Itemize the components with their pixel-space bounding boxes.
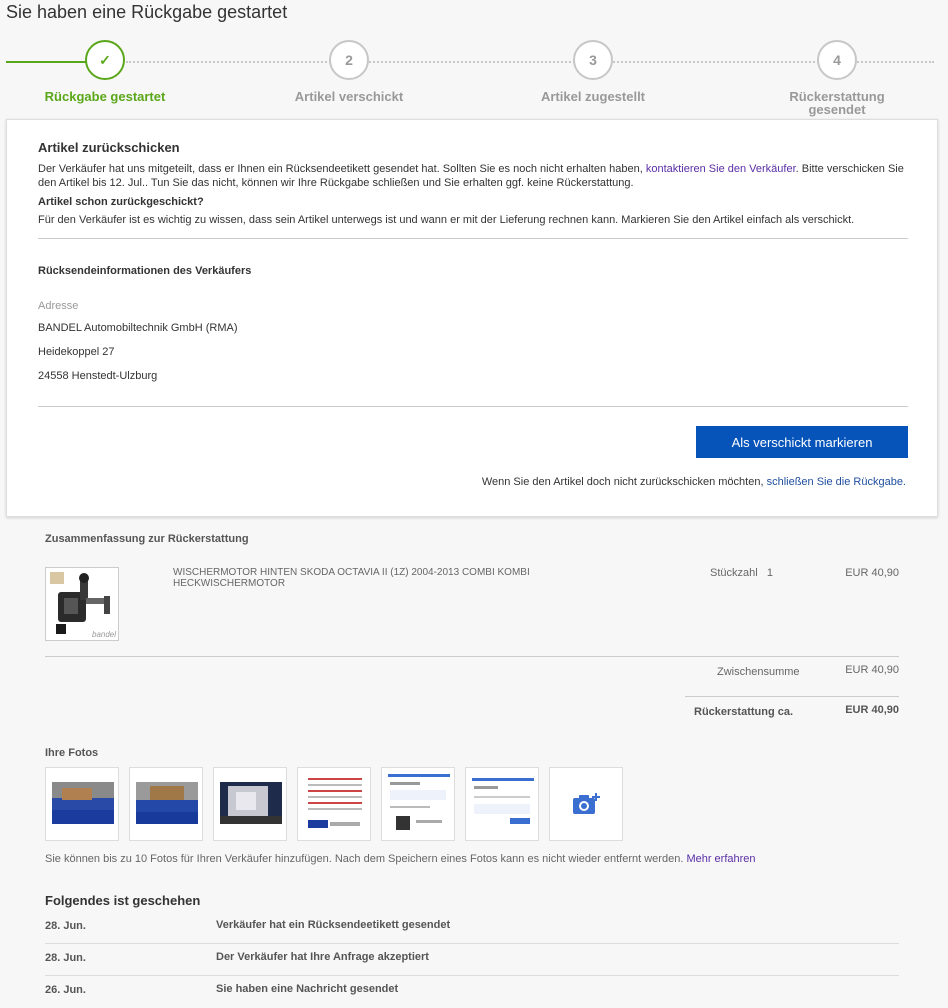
history-event: Sie haben eine Nachricht gesendet (216, 983, 399, 995)
history-event: Verkäufer hat ein Rücksendeetikett gesen… (216, 919, 451, 931)
svg-text:bandel: bandel (92, 630, 116, 639)
add-photo-button[interactable] (549, 767, 623, 841)
history-heading: Folgendes ist geschehen (45, 893, 201, 908)
photo-thumbnail[interactable] (213, 767, 287, 841)
card-intro: Der Verkäufer hat uns mitgeteilt, dass e… (38, 162, 908, 190)
photos-heading: Ihre Fotos (45, 747, 99, 759)
history-row: 28. Jun. Verkäufer hat ein Rücksendeetik… (45, 912, 899, 944)
close-return-link[interactable]: schließen Sie die Rückgabe. (767, 476, 906, 488)
photo-thumbnail[interactable] (45, 767, 119, 841)
progress-tracker: ✓ 2 3 4 Rückgabe gestartet Artikel versc… (0, 40, 948, 120)
photos-note: Sie können bis zu 10 Fotos für Ihren Ver… (45, 853, 756, 865)
step-4-label: Rückerstattung gesendet (789, 89, 885, 117)
mark-as-shipped-button[interactable]: Als verschickt markieren (696, 426, 908, 458)
refund-summary-heading: Zusammenfassung zur Rückerstattung (45, 533, 249, 545)
subtotal-value: EUR 40,90 (845, 664, 899, 676)
card-intro-text: Der Verkäufer hat uns mitgeteilt, dass e… (38, 163, 643, 175)
card-heading: Artikel zurückschicken (38, 140, 180, 155)
total-divider (685, 696, 899, 697)
progress-line-done (6, 61, 86, 63)
step-1-label: Rückgabe gestartet (44, 89, 166, 104)
subtotal-label: Zwischensumme (717, 666, 800, 678)
divider (38, 238, 908, 239)
divider (38, 406, 908, 407)
refund-total-label: Rückerstattung ca. (694, 706, 794, 718)
step-3-label: Artikel zugestellt (540, 89, 646, 104)
address-label: Adresse (38, 300, 79, 312)
item-quantity: Stückzahl 1 (710, 567, 773, 579)
photos-note-text: Sie können bis zu 10 Fotos für Ihren Ver… (45, 853, 684, 865)
step-2-circle: 2 (329, 40, 369, 80)
history-row: 26. Jun. Sie haben eine Nachricht gesend… (45, 976, 899, 1008)
summary-divider (45, 656, 899, 657)
seller-info-heading: Rücksendeinformationen des Verkäufers (38, 265, 252, 277)
close-return-note: Wenn Sie den Artikel doch nicht zurücksc… (482, 476, 906, 488)
step-4-circle: 4 (817, 40, 857, 80)
photo-thumbnail[interactable] (465, 767, 539, 841)
contact-seller-link[interactable]: kontaktieren Sie den Verkäufer (646, 163, 796, 175)
address-street: Heidekoppel 27 (38, 346, 115, 358)
photo-thumbnail[interactable] (381, 767, 455, 841)
item-title: WISCHERMOTOR HINTEN SKODA OCTAVIA II (1Z… (173, 567, 530, 589)
quantity-value: 1 (766, 567, 773, 579)
history-date: 28. Jun. (45, 920, 86, 932)
page-title: Sie haben eine Rückgabe gestartet (6, 2, 288, 22)
card-subtext: Für den Verkäufer ist es wichtig zu wiss… (38, 214, 855, 226)
return-instructions-card: Artikel zurückschicken Der Verkäufer hat… (6, 119, 938, 517)
refund-total-value: EUR 40,90 (845, 704, 899, 716)
item-price: EUR 40,90 (845, 567, 899, 579)
learn-more-link[interactable]: Mehr erfahren (686, 853, 755, 865)
step-3-circle: 3 (573, 40, 613, 80)
history-event: Der Verkäufer hat Ihre Anfrage akzeptier… (216, 951, 429, 963)
history-row: 28. Jun. Der Verkäufer hat Ihre Anfrage … (45, 944, 899, 976)
step-2-label: Artikel verschickt (294, 89, 404, 104)
close-return-text: Wenn Sie den Artikel doch nicht zurücksc… (481, 476, 764, 488)
card-subheading: Artikel schon zurückgeschickt? (38, 196, 204, 208)
photo-thumbnail[interactable] (129, 767, 203, 841)
item-thumbnail[interactable]: bandel (45, 567, 119, 641)
camera-plus-icon (573, 793, 600, 814)
progress-line-pending (126, 61, 934, 63)
history-date: 26. Jun. (45, 984, 86, 996)
quantity-label: Stückzahl (710, 567, 758, 579)
address-name: BANDEL Automobiltechnik GmbH (RMA) (38, 322, 238, 334)
step-1-check-icon: ✓ (85, 40, 125, 80)
history-date: 28. Jun. (45, 952, 86, 964)
address-city: 24558 Henstedt-Ulzburg (38, 370, 158, 382)
photo-thumbnail[interactable] (297, 767, 371, 841)
